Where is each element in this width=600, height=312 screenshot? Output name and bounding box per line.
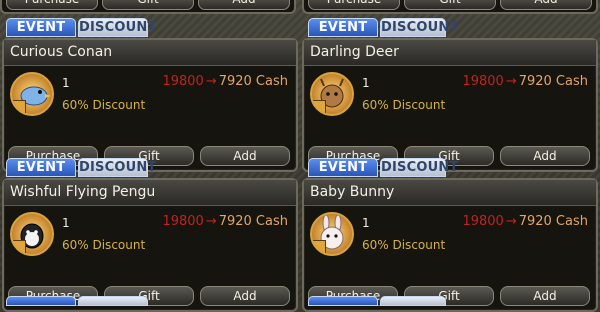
blue-bird-icon (10, 72, 54, 116)
discount-label: 60% Discount (62, 238, 146, 252)
penguin-icon (10, 212, 54, 256)
sale-price: 7920 Cash (518, 214, 588, 229)
tab-discount[interactable]: DISCOUNT (380, 18, 458, 37)
gift-box-icon (312, 100, 326, 114)
arrow-icon: → (505, 214, 517, 229)
item-name: Darling Deer (304, 40, 596, 66)
item-card: Wishful Flying Pengu 1 19800 → 7920 Cash 6… (2, 178, 298, 312)
discount-label: 60% Discount (62, 98, 146, 112)
tab-discount[interactable]: DISCOUNT (380, 158, 458, 177)
item-card: Curious Conan 1 19800 → 7920 Cash 60% Disc… (2, 38, 298, 172)
add-button[interactable]: Add (200, 286, 290, 306)
arrow-icon: → (505, 74, 517, 89)
tab-event[interactable]: EVENT (308, 18, 378, 37)
partial-gift-button[interactable]: Gift (404, 0, 496, 10)
item-name: Curious Conan (4, 40, 296, 66)
tab-discount-partial[interactable] (380, 296, 446, 306)
gift-box-icon (12, 100, 26, 114)
add-button[interactable]: Add (500, 286, 590, 306)
discount-label: 60% Discount (362, 238, 446, 252)
item-quantity: 1 (362, 76, 370, 90)
gift-box-icon (312, 240, 326, 254)
item-card: Baby Bunny 1 19800 → 7920 Cash 60% Discoun… (302, 178, 598, 312)
tab-event[interactable]: EVENT (308, 158, 378, 177)
partial-purchase-button[interactable]: Purchase (308, 0, 400, 10)
tab-discount-partial[interactable] (78, 296, 148, 306)
tab-event[interactable]: EVENT (6, 18, 76, 37)
tab-event-partial[interactable] (6, 296, 76, 306)
item-name: Baby Bunny (304, 180, 596, 206)
sale-price: 7920 Cash (218, 74, 288, 89)
tab-discount[interactable]: DISCOUNT (78, 18, 156, 37)
item-price: 19800 → 7920 Cash (462, 214, 588, 229)
partial-add-button[interactable]: Add (198, 0, 290, 10)
deer-icon (310, 72, 354, 116)
sale-price: 7920 Cash (518, 74, 588, 89)
item-card: Darling Deer 1 19800 → 7920 Cash 60% Disco… (302, 38, 598, 172)
discount-label: 60% Discount (362, 98, 446, 112)
tab-event[interactable]: EVENT (6, 158, 76, 177)
item-quantity: 1 (62, 76, 70, 90)
add-button[interactable]: Add (200, 146, 290, 166)
original-price: 19800 (162, 74, 204, 89)
arrow-icon: → (205, 74, 217, 89)
item-price: 19800 → 7920 Cash (162, 214, 288, 229)
partial-purchase-button[interactable]: Purchase (6, 0, 98, 10)
item-name: Wishful Flying Pengu (4, 180, 296, 206)
partial-gift-button[interactable]: Gift (102, 0, 194, 10)
item-quantity: 1 (362, 216, 370, 230)
partial-item-card-right: Purchase Gift Add (302, 0, 598, 14)
add-button[interactable]: Add (500, 146, 590, 166)
item-price: 19800 → 7920 Cash (462, 74, 588, 89)
original-price: 19800 (462, 214, 504, 229)
partial-item-card-left: Purchase Gift Add (0, 0, 296, 14)
item-quantity: 1 (62, 216, 70, 230)
original-price: 19800 (462, 74, 504, 89)
sale-price: 7920 Cash (218, 214, 288, 229)
arrow-icon: → (205, 214, 217, 229)
bunny-icon (310, 212, 354, 256)
gift-box-icon (12, 240, 26, 254)
tab-discount[interactable]: DISCOUNT (78, 158, 156, 177)
partial-add-button[interactable]: Add (500, 0, 592, 10)
original-price: 19800 (162, 214, 204, 229)
tab-event-partial[interactable] (308, 296, 378, 306)
item-price: 19800 → 7920 Cash (162, 74, 288, 89)
